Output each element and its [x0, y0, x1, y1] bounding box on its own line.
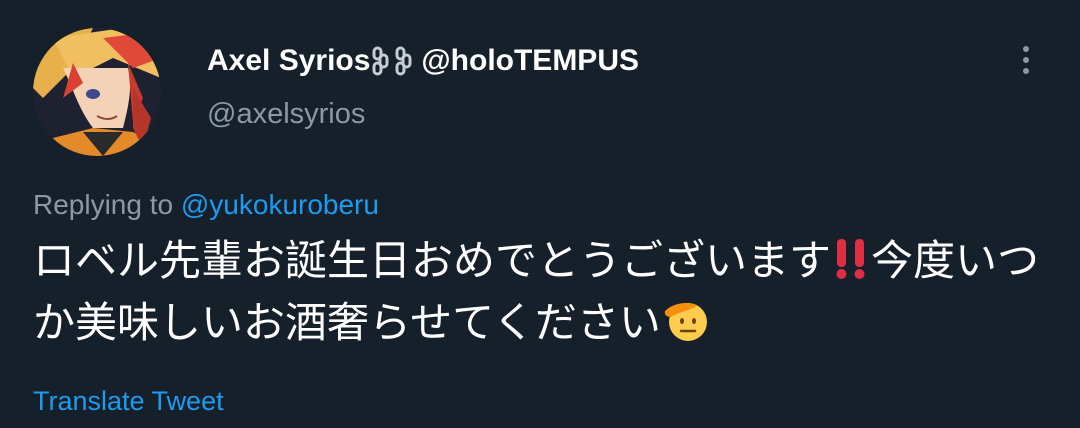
replying-handle-link[interactable]: @yukokuroberu — [181, 189, 379, 220]
double-exclamation-icon — [836, 239, 865, 279]
translate-tweet-link[interactable]: Translate Tweet — [33, 386, 224, 417]
saluting-face-icon — [664, 303, 707, 341]
chain-link-icon — [372, 46, 412, 76]
author-avatar[interactable] — [33, 28, 161, 156]
tweet-text: ロベル先輩お誕生日おめでとうございます 今度いつか美味しいお酒奢らせてください — [33, 230, 1053, 354]
tweet-text-part1: ロベル先輩お誕生日おめでとうございます — [33, 236, 832, 285]
author-display-name[interactable]: Axel Syrios @holoTEMPUS — [207, 44, 639, 78]
vertical-ellipsis-icon — [1023, 46, 1029, 52]
display-name-text: Axel Syrios — [207, 44, 371, 77]
display-name-suffix: @holoTEMPUS — [421, 44, 639, 77]
ellipsis-dot — [1023, 57, 1029, 63]
ellipsis-dot — [1023, 68, 1029, 74]
replying-label: Replying to — [33, 189, 174, 220]
tweet-card[interactable]: Axel Syrios @holoTEMPUS @axelsyrios Repl… — [0, 0, 1080, 428]
replying-to: Replying to @yukokuroberu — [33, 189, 379, 221]
author-handle[interactable]: @axelsyrios — [207, 98, 365, 131]
anime-character-avatar-icon — [33, 28, 161, 156]
more-options-button[interactable] — [1010, 40, 1042, 80]
